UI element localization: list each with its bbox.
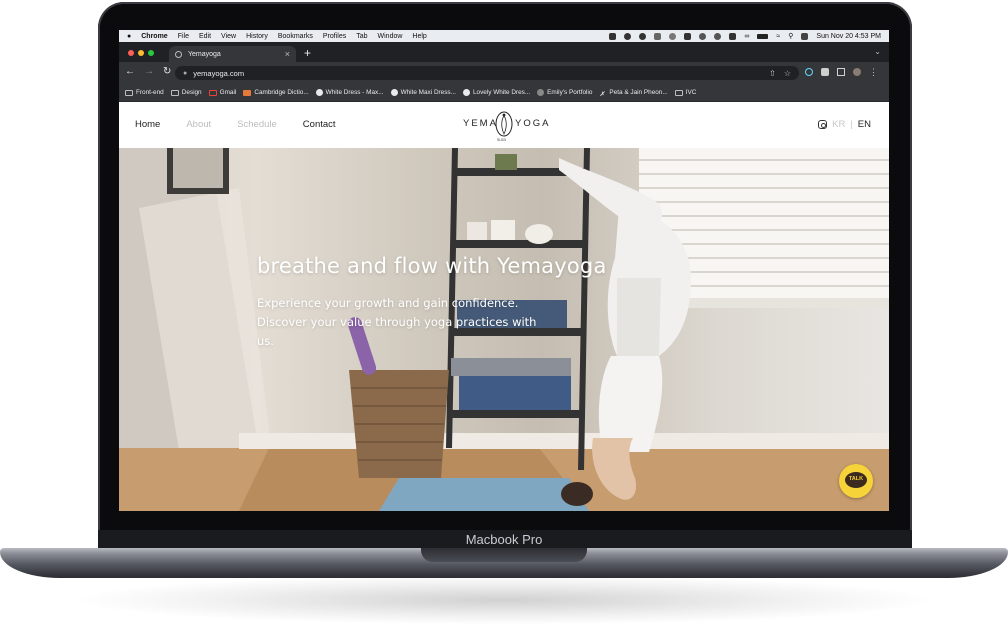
bookmark-item[interactable]: Front-end [125,89,164,96]
app-status-icon[interactable] [729,32,737,40]
lang-separator: | [850,119,853,130]
extensions-puzzle-icon[interactable] [821,68,829,76]
close-window-button[interactable] [128,50,134,56]
browser-tab-strip: Yemayoga × + ⌄ [119,42,889,62]
apple-icon[interactable]: ● [127,33,131,40]
chat-status-icon[interactable] [624,32,632,40]
screen-record-icon[interactable] [654,32,662,40]
play-icon[interactable] [714,32,722,40]
bookmark-item[interactable]: Design [170,89,202,96]
nav-about[interactable]: About [186,119,211,130]
menu-help[interactable]: Help [412,33,426,40]
logo-word-right: YOGA [515,118,551,129]
gmail-icon [208,89,217,96]
menubar-clock[interactable]: Sun Nov 20 4:53 PM [816,33,881,40]
extensions-area: ⋮ [805,68,878,77]
instagram-icon[interactable] [818,120,828,129]
menu-tab[interactable]: Tab [356,33,367,40]
profile-avatar[interactable] [853,68,861,76]
nav-home[interactable]: Home [135,119,160,130]
control-center-icon[interactable] [801,32,809,40]
side-panel-icon[interactable] [837,68,845,76]
nav-schedule[interactable]: Schedule [237,119,277,130]
tab-favicon-icon [175,50,182,58]
browser-menu-icon[interactable]: ⋮ [869,68,878,77]
menu-window[interactable]: Window [378,33,403,40]
bookmarks-bar: Front-end Design Gmail Cambridge Dictio.… [119,84,889,102]
bookmark-item[interactable]: IVC [674,89,696,96]
url-text[interactable]: yemayoga.com [193,69,244,78]
bookmark-star-icon[interactable]: ☆ [784,69,791,78]
kakao-talk-button[interactable]: TALK [839,464,873,498]
tab-title: Yemayoga [188,50,221,58]
lock-icon[interactable]: ● [183,70,187,77]
menu-profiles[interactable]: Profiles [323,33,346,40]
language-switcher: KR | EN [818,119,871,130]
menubar-app-name[interactable]: Chrome [141,33,167,40]
laptop-hinge-notch [421,548,587,562]
site-icon: ✗ [599,90,605,98]
grid-app-icon[interactable] [684,32,692,40]
folder-icon [170,89,179,96]
search-icon[interactable]: ⚲ [788,32,793,40]
status-menu-icon[interactable] [609,32,617,40]
logo-subtext: sura [497,137,506,142]
globe-icon [537,89,545,96]
minimize-window-button[interactable] [138,50,144,56]
bookmark-item[interactable]: White Maxi Dress... [390,89,456,96]
forward-arrow-icon[interactable]: → [144,66,154,77]
bookmark-item[interactable]: ✗ Peta & Jain Pheon... [599,89,667,98]
browser-tab-active[interactable]: Yemayoga × [169,46,296,62]
browser-toolbar: ← → ↻ ● yemayoga.com ⇧ ☆ ⋮ [119,62,889,84]
menu-history[interactable]: History [246,33,268,40]
wifi-icon[interactable]: ≈ [776,33,780,40]
laptop-shadow [70,575,938,625]
bookmark-item[interactable]: Gmail [208,89,236,96]
hero-section: breathe and flow with Yemayoga Experienc… [119,148,889,511]
address-bar[interactable]: ● yemayoga.com ⇧ ☆ [175,66,799,80]
mac-menubar: ● Chrome File Edit View History Bookmark… [119,30,889,42]
site-icon [390,89,398,96]
time-machine-icon[interactable] [669,32,677,40]
cambridge-icon [243,89,252,96]
web-page: Home About Schedule Contact YEMA YOGA su… [119,102,889,511]
site-nav: Home About Schedule Contact [135,119,336,130]
reload-icon[interactable]: ↻ [163,66,171,77]
nav-contact[interactable]: Contact [303,119,336,130]
folder-icon [674,89,683,96]
hero-subtitle: Experience your growth and gain confiden… [257,296,537,348]
lang-en[interactable]: EN [858,119,871,130]
bookmark-item[interactable]: White Dress - Max... [315,89,384,96]
menu-view[interactable]: View [221,33,236,40]
window-controls [128,50,154,56]
menu-bookmarks[interactable]: Bookmarks [278,33,313,40]
site-logo[interactable]: YEMA YOGA sura [451,110,557,144]
bookmark-item[interactable]: Emily's Portfolio [537,89,592,96]
new-tab-button[interactable]: + [304,47,311,59]
site-icon [315,89,323,96]
react-devtools-icon[interactable] [805,68,813,76]
tab-search-chevron-icon[interactable]: ⌄ [874,47,881,56]
menu-edit[interactable]: Edit [199,33,211,40]
bookmark-item[interactable]: Lovely White Dres... [462,89,530,96]
bookmark-item[interactable]: Cambridge Dictio... [243,89,309,96]
folder-icon [125,89,133,96]
back-arrow-icon[interactable]: ← [125,66,135,77]
zoom-window-button[interactable] [148,50,154,56]
bluetooth-icon[interactable]: ∞ [744,33,749,40]
hero-title: breathe and flow with Yemayoga [257,254,607,278]
creative-cloud-icon[interactable] [639,32,647,40]
device-model-label: Macbook Pro [465,532,543,547]
tab-close-icon[interactable]: × [285,49,290,59]
timer-icon[interactable] [699,32,707,40]
share-icon[interactable]: ⇧ [769,69,776,78]
lang-kr[interactable]: KR [832,119,845,130]
site-icon [462,89,470,96]
battery-icon[interactable] [757,33,769,39]
laptop-screen: ● Chrome File Edit View History Bookmark… [119,30,889,511]
chat-button-label: TALK [848,476,864,482]
site-header: Home About Schedule Contact YEMA YOGA su… [119,102,889,148]
logo-figure-icon [495,111,513,137]
menu-file[interactable]: File [178,33,189,40]
